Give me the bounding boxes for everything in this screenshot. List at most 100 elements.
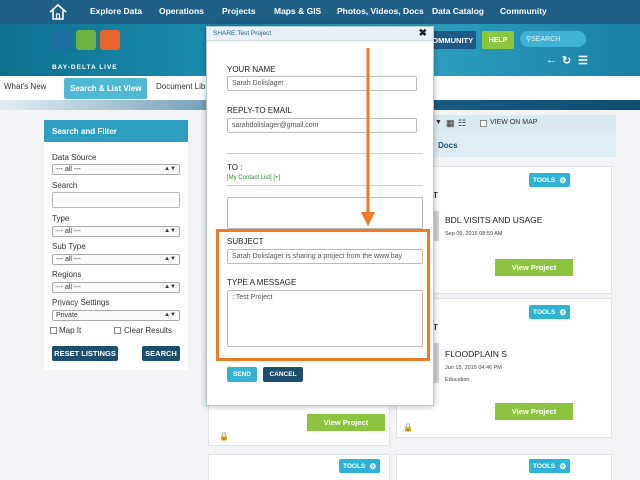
search-placeholder: SEARCH — [531, 35, 561, 43]
grid-view-icon[interactable]: ▦ — [446, 118, 455, 129]
logo-text: BAY-DELTA LIVE — [52, 64, 118, 71]
nav-maps-gis[interactable]: Maps & GIS — [274, 6, 321, 16]
gear-icon: ⚙ — [559, 307, 567, 317]
logo-tile-orange — [100, 30, 120, 50]
view-project-button[interactable]: View Project — [495, 259, 573, 276]
tools-label: TOOLS — [533, 176, 556, 184]
results-toolbar: ▼ ▦ ☷ VIEW ON MAP — [432, 115, 616, 133]
tools-button[interactable]: TOOLS ⚙ — [529, 459, 571, 473]
select-arrow-icon: ▲▼ — [164, 256, 176, 262]
lock-icon: 🔒 — [219, 432, 229, 441]
annotation-arrow — [361, 48, 375, 226]
view-on-map-label: VIEW ON MAP — [490, 119, 538, 126]
select-arrow-icon: ▲▼ — [164, 228, 176, 234]
list-menu-icon[interactable]: ☰ — [578, 54, 588, 67]
clear-results-label: Clear Results — [124, 326, 173, 335]
refresh-icon[interactable]: ↻ — [562, 54, 571, 67]
card-date: Jun 15, 2015 04:46 PM — [445, 365, 502, 371]
reply-email-label: REPLY-TO EMAIL — [227, 106, 292, 115]
logo-tile-blue — [52, 30, 72, 50]
gear-icon: ⚙ — [559, 461, 567, 471]
data-source-select[interactable]: --- all --- ▲▼ — [52, 164, 180, 175]
nav-explore-data[interactable]: Explore Data — [90, 6, 142, 16]
logo-tile-green — [76, 30, 96, 50]
view-project-button[interactable]: View Project — [307, 414, 385, 431]
to-recipients-textarea[interactable] — [227, 197, 423, 229]
back-arrow-icon[interactable]: ← — [546, 54, 557, 66]
search-label: Search — [52, 181, 78, 190]
tools-label: TOOLS — [343, 462, 366, 470]
card-date: Sep 09, 2015 08:59 AM — [445, 231, 503, 237]
tools-button[interactable]: TOOLS ⚙ — [529, 173, 571, 187]
data-source-label: Data Source — [52, 153, 97, 162]
divider — [227, 185, 423, 186]
tools-label: TOOLS — [533, 308, 556, 316]
map-it-checkbox[interactable] — [50, 327, 57, 334]
tab-whats-new[interactable]: What's New — [4, 82, 46, 91]
nav-projects[interactable]: Projects — [222, 6, 256, 16]
gear-icon: ⚙ — [559, 175, 567, 185]
nav-operations[interactable]: Operations — [159, 6, 204, 16]
privacy-value: Private — [56, 312, 78, 319]
tools-button[interactable]: TOOLS ⚙ — [529, 305, 571, 319]
tools-button[interactable]: TOOLS ⚙ — [339, 459, 381, 473]
filter-panel-title: Search and Filter — [44, 120, 188, 142]
close-icon[interactable]: ✖ — [419, 28, 427, 39]
view-on-map-checkbox[interactable] — [480, 120, 487, 127]
sort-arrow-icon[interactable]: ▼ — [435, 119, 442, 126]
card-title[interactable]: FLOODPLAIN S — [445, 349, 507, 359]
type-select[interactable]: --- all --- ▲▼ — [52, 226, 180, 237]
type-value: --- all --- — [56, 228, 81, 235]
reply-email-input[interactable]: sarahdolislager@gmail.com — [227, 118, 417, 133]
result-card: TOOLS ⚙ — [208, 454, 390, 480]
search-filter-panel: Search and Filter Data Source --- all --… — [44, 120, 188, 370]
regions-value: --- all --- — [56, 284, 81, 291]
card-title[interactable]: BDL VISITS AND USAGE — [445, 215, 542, 225]
gear-icon: ⚙ — [369, 461, 377, 471]
filter-search-input[interactable] — [52, 192, 180, 208]
result-card: View Project 🔒 — [208, 400, 390, 446]
header-search-input[interactable]: ⚲ SEARCH — [520, 31, 586, 47]
your-name-input[interactable]: Sarah Dolislager — [227, 76, 417, 91]
regions-select[interactable]: --- all --- ▲▼ — [52, 282, 180, 293]
your-name-label: YOUR NAME — [227, 65, 276, 74]
divider — [227, 153, 423, 154]
contact-list-link[interactable]: [My Contact List] [+] — [227, 175, 280, 181]
tab-search-list-view[interactable]: Search & List View — [64, 78, 148, 99]
tab-document-library[interactable]: Document Lib — [156, 82, 205, 91]
map-it-label: Map It — [59, 326, 82, 335]
clear-results-checkbox[interactable] — [114, 327, 121, 334]
result-card: TOOLS ⚙ — [396, 454, 612, 480]
modal-title: SHARE:Test Project — [213, 30, 272, 37]
privacy-select[interactable]: Private ▲▼ — [52, 310, 180, 321]
send-button[interactable]: SEND — [227, 367, 257, 382]
list-view-icon[interactable]: ☷ — [458, 118, 466, 129]
subtype-select[interactable]: --- all --- ▲▼ — [52, 254, 180, 265]
nav-photos-videos-docs[interactable]: Photos, Videos, Docs — [337, 6, 424, 16]
docs-header: Docs — [432, 133, 616, 157]
modal-header: SHARE:Test Project ✖ — [207, 27, 433, 41]
subtype-label: Sub Type — [52, 242, 86, 251]
subtype-value: --- all --- — [56, 256, 81, 263]
reset-listings-button[interactable]: RESET LISTINGS — [52, 346, 118, 361]
privacy-label: Privacy Settings — [52, 298, 110, 307]
docs-label[interactable]: Docs — [438, 141, 458, 150]
cancel-button[interactable]: CANCEL — [263, 367, 303, 382]
type-label: Type — [52, 214, 70, 223]
regions-label: Regions — [52, 270, 82, 279]
top-navigation: Explore Data Operations Projects Maps & … — [0, 0, 640, 24]
nav-data-catalog[interactable]: Data Catalog — [432, 6, 484, 16]
home-icon[interactable] — [48, 2, 68, 22]
select-arrow-icon: ▲▼ — [164, 312, 176, 318]
data-source-value: --- all --- — [56, 166, 81, 173]
tools-label: TOOLS — [533, 462, 556, 470]
view-project-button[interactable]: View Project — [495, 403, 573, 420]
card-category: Education — [445, 377, 470, 383]
annotation-highlight-box — [216, 229, 430, 361]
to-label: TO : — [227, 163, 243, 172]
select-arrow-icon: ▲▼ — [164, 284, 176, 290]
select-arrow-icon: ▲▼ — [164, 166, 176, 172]
help-button[interactable]: HELP — [482, 31, 514, 49]
nav-community[interactable]: Community — [500, 6, 547, 16]
filter-search-button[interactable]: SEARCH — [142, 346, 180, 361]
